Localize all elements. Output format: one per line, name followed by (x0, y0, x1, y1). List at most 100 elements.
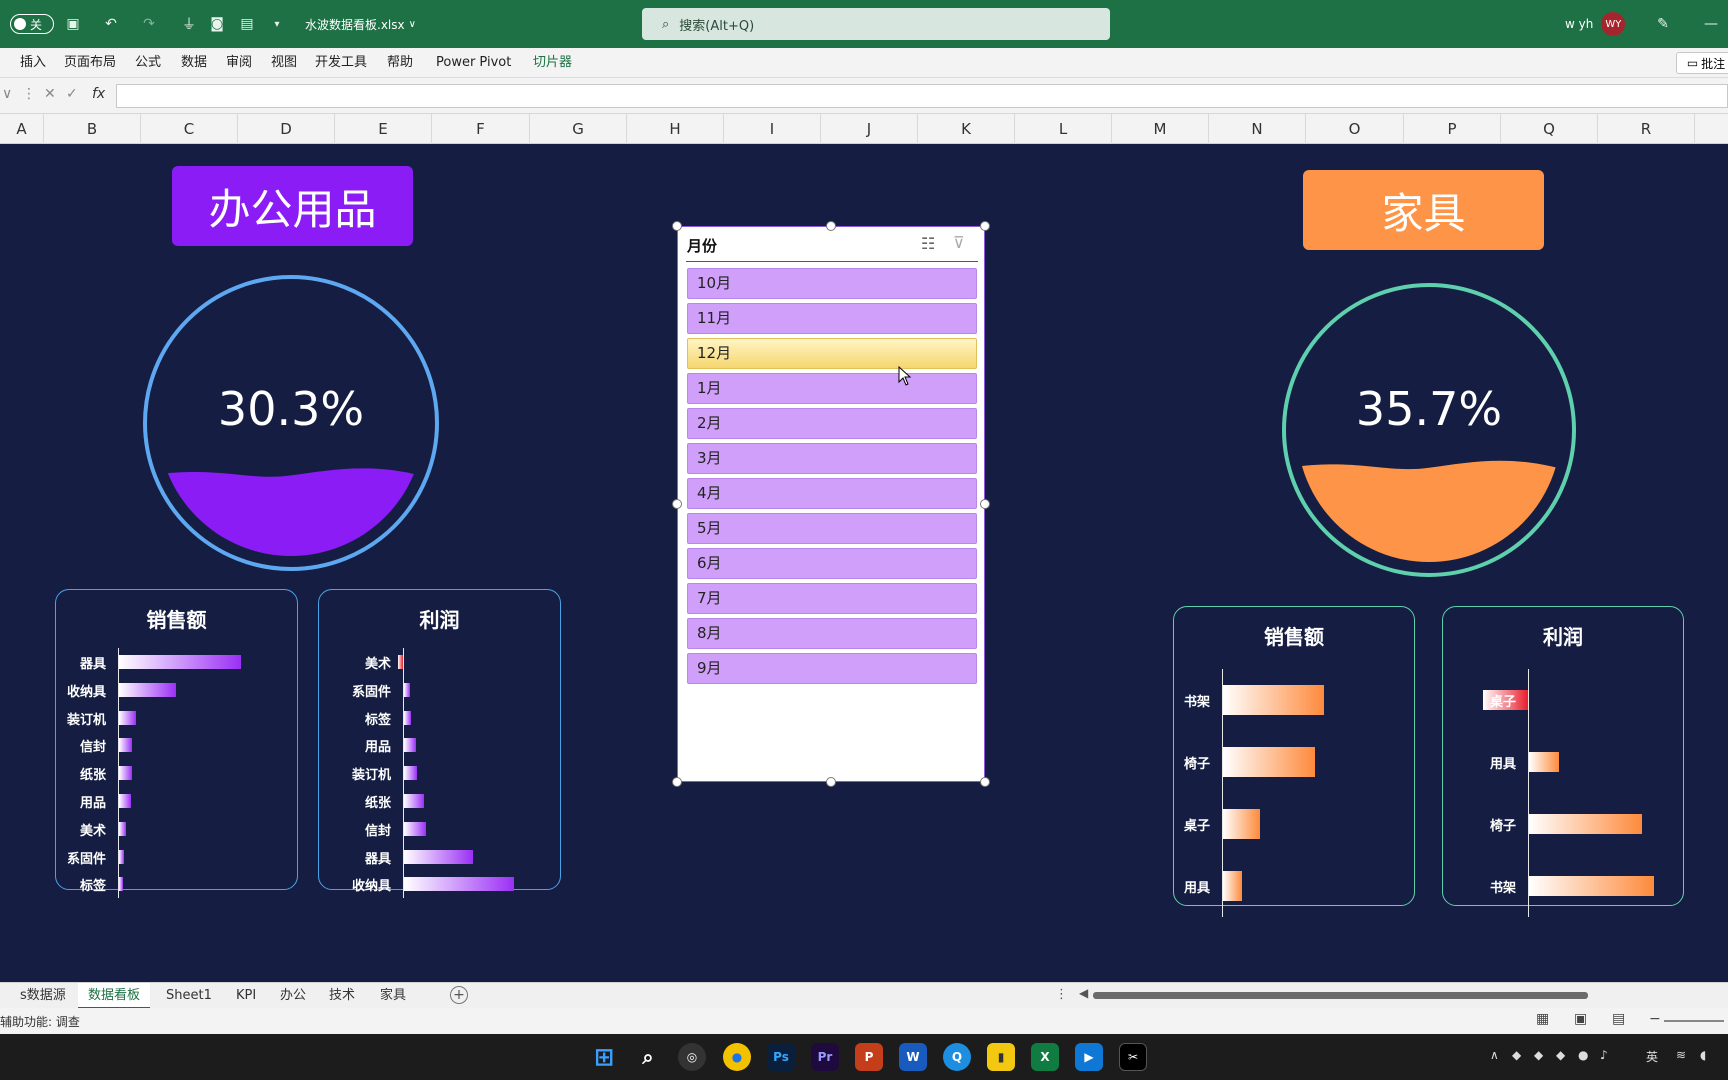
slicer-item[interactable]: 11月 (687, 303, 977, 334)
resize-handle[interactable] (980, 221, 990, 231)
cancel-icon[interactable]: ✕ (44, 86, 56, 102)
sheet-tab[interactable]: s数据源 (20, 983, 66, 1009)
slicer-item[interactable]: 7月 (687, 583, 977, 614)
tab-help[interactable]: 帮助 (387, 48, 413, 78)
pen-button[interactable]: ✎ (1652, 0, 1674, 48)
undo-button[interactable]: ↶ (100, 0, 122, 48)
meeting-icon[interactable]: ▶ (1075, 1043, 1103, 1071)
sheet-tab[interactable]: Sheet1 (166, 983, 212, 1009)
column-header-d[interactable]: D (238, 114, 335, 144)
browser-icon[interactable]: Q (943, 1043, 971, 1071)
sheet-tab[interactable]: KPI (236, 983, 256, 1009)
namebox-dropdown-icon[interactable]: ∨ (2, 86, 12, 102)
copilot-icon[interactable]: ◎ (678, 1043, 706, 1071)
sheet-tab[interactable]: 办公 (280, 983, 306, 1009)
column-header-h[interactable]: H (627, 114, 724, 144)
slicer-item[interactable]: 6月 (687, 548, 977, 579)
column-header-a[interactable]: A (0, 114, 44, 144)
slicer-item[interactable]: 2月 (687, 408, 977, 439)
column-header-k[interactable]: K (918, 114, 1015, 144)
sheet-tab[interactable]: 技术 (329, 983, 355, 1009)
insert-function-icon[interactable]: fx (92, 86, 105, 102)
column-header-b[interactable]: B (44, 114, 141, 144)
volume-icon[interactable]: ◖ (1700, 1048, 1706, 1062)
scroll-left-icon[interactable]: ◀ (1079, 986, 1088, 1000)
powerpoint-icon[interactable]: P (855, 1043, 883, 1071)
enter-icon[interactable]: ✓ (66, 86, 78, 102)
microphone-icon[interactable]: ♪ (1600, 1048, 1608, 1062)
tray-expand-icon[interactable]: ∧ (1490, 1048, 1499, 1062)
search-icon[interactable]: ⌕ (634, 1043, 662, 1071)
capcut-icon[interactable]: ✂ (1119, 1043, 1147, 1071)
resize-handle[interactable] (980, 777, 990, 787)
column-header-q[interactable]: Q (1501, 114, 1598, 144)
column-header-c[interactable]: C (141, 114, 238, 144)
column-header-i[interactable]: I (724, 114, 821, 144)
filter-button[interactable]: ⏚ (178, 0, 200, 48)
page-break-view-icon[interactable]: ▤ (1612, 1011, 1625, 1027)
tray-app-icon[interactable]: ◆ (1512, 1048, 1521, 1062)
customize-qat-button[interactable]: ▾ (266, 0, 288, 48)
tab-developer[interactable]: 开发工具 (315, 48, 367, 78)
column-header-o[interactable]: O (1306, 114, 1404, 144)
column-header-j[interactable]: J (821, 114, 918, 144)
tab-insert[interactable]: 插入 (20, 48, 46, 78)
slicer-item[interactable]: 12月 (687, 338, 977, 369)
tab-page-layout[interactable]: 页面布局 (64, 48, 116, 78)
account[interactable]: w yh WY (1565, 12, 1626, 36)
slicer-item[interactable]: 1月 (687, 373, 977, 404)
horizontal-scrollbar[interactable] (1093, 992, 1588, 999)
sheet-tab[interactable]: 数据看板 (78, 983, 151, 1009)
tab-data[interactable]: 数据 (181, 48, 207, 78)
redo-button[interactable]: ↷ (138, 0, 160, 48)
avatar[interactable]: WY (1601, 12, 1626, 36)
column-header-n[interactable]: N (1209, 114, 1306, 144)
slicer-item[interactable]: 9月 (687, 653, 977, 684)
month-slicer[interactable]: 月份 ☷ ⊽ 10月 11月 12月 1月 2月 3月 4月 5月 6月 7月 8月 9月 (677, 226, 985, 782)
wifi-icon[interactable]: ≋ (1676, 1048, 1686, 1062)
resize-handle[interactable] (672, 777, 682, 787)
column-header-m[interactable]: M (1112, 114, 1209, 144)
ime-indicator[interactable]: 英 (1646, 1048, 1658, 1065)
column-header-g[interactable]: G (530, 114, 627, 144)
zoom-out-icon[interactable]: − (1649, 1011, 1661, 1027)
column-header-f[interactable]: F (432, 114, 530, 144)
excel-icon[interactable]: X (1031, 1043, 1059, 1071)
tab-review[interactable]: 审阅 (226, 48, 252, 78)
resize-handle[interactable] (980, 499, 990, 509)
word-icon[interactable]: W (899, 1043, 927, 1071)
tray-app-icon[interactable]: ◆ (1556, 1048, 1565, 1062)
tab-power-pivot[interactable]: Power Pivot (436, 48, 511, 78)
formula-input[interactable] (116, 84, 1728, 108)
sheet-tab[interactable]: 家具 (380, 983, 406, 1009)
photoshop-icon[interactable]: Ps (767, 1043, 795, 1071)
resize-handle[interactable] (826, 777, 836, 787)
tray-app-icon[interactable]: ◆ (1534, 1048, 1543, 1062)
form-button[interactable]: ▤ (236, 0, 258, 48)
autosave-toggle[interactable]: 关 (0, 0, 54, 48)
tab-formulas[interactable]: 公式 (135, 48, 161, 78)
search-box[interactable]: ⌕ 搜索(Alt+Q) (642, 8, 1110, 40)
camera-button[interactable]: ◙ (206, 0, 228, 48)
minimize-button[interactable]: — (1700, 0, 1722, 48)
tab-slicer[interactable]: 切片器 (533, 48, 572, 78)
slicer-item[interactable]: 4月 (687, 478, 977, 509)
save-button[interactable]: ▣ (62, 0, 84, 48)
zoom-slider[interactable] (1664, 1020, 1724, 1022)
slicer-item[interactable]: 8月 (687, 618, 977, 649)
file-name[interactable]: 水波数据看板.xlsx ∨ (305, 0, 416, 48)
column-header-r[interactable]: R (1598, 114, 1695, 144)
resize-handle[interactable] (826, 221, 836, 231)
chrome-icon[interactable]: ● (723, 1043, 751, 1071)
accessibility-status[interactable]: 辅助功能: 调查 (0, 1013, 80, 1030)
slicer-item[interactable]: 3月 (687, 443, 977, 474)
slicer-item[interactable]: 10月 (687, 268, 977, 299)
more-tabs-icon[interactable]: ⋮ (1055, 987, 1068, 1002)
windows-start-icon[interactable]: ⊞ (590, 1043, 618, 1071)
slicer-item[interactable]: 5月 (687, 513, 977, 544)
normal-view-icon[interactable]: ▦ (1536, 1011, 1549, 1027)
multi-select-icon[interactable]: ☷ (921, 234, 935, 253)
resize-handle[interactable] (672, 221, 682, 231)
clear-filter-icon[interactable]: ⊽ (953, 233, 965, 252)
page-layout-view-icon[interactable]: ▣ (1574, 1011, 1587, 1027)
